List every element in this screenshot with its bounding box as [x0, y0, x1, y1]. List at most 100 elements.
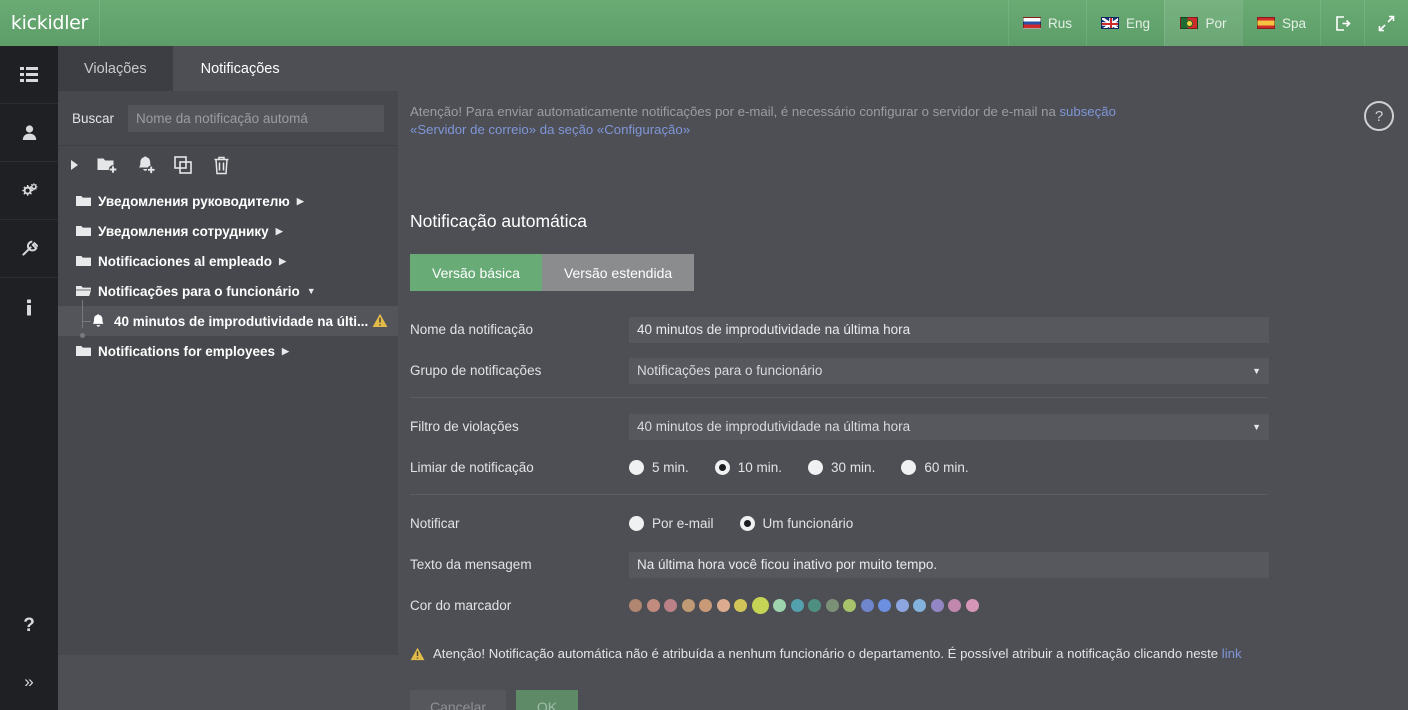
- tree-item-folder-2[interactable]: Notificaciones al empleado ▶: [58, 246, 398, 276]
- version-tab-group: Versão básica Versão estendida: [410, 254, 1396, 291]
- color-swatch-1[interactable]: [646, 599, 660, 612]
- top-bar: kickidler Rus Eng Por Spa: [0, 0, 1408, 46]
- lang-button-spa[interactable]: Spa: [1242, 0, 1320, 46]
- delete-button[interactable]: [204, 150, 238, 180]
- copy-button[interactable]: [166, 150, 200, 180]
- notify-label: Notificar: [410, 516, 460, 531]
- triangle-right-icon: [71, 160, 78, 170]
- cancel-button[interactable]: Cancelar: [410, 690, 506, 710]
- assignment-warning-text: Atenção! Notificação automática não é at…: [433, 646, 1222, 661]
- tree-item-folder-5[interactable]: Notifications for employees ▶: [58, 336, 398, 366]
- add-folder-button[interactable]: [90, 150, 124, 180]
- tree-item-folder-0[interactable]: Уведомления руководителю ▶: [58, 186, 398, 216]
- chevron-right-icon[interactable]: ▶: [282, 346, 289, 357]
- threshold-radio-10-label: 10 min.: [737, 460, 783, 475]
- ok-button[interactable]: OK: [516, 690, 578, 710]
- color-swatch-14[interactable]: [878, 599, 891, 612]
- lang-button-por[interactable]: Por: [1164, 0, 1242, 46]
- color-swatch-10[interactable]: [808, 599, 821, 612]
- tree-item-label: Уведомления руководителю: [98, 193, 290, 209]
- lang-label-spa: Spa: [1281, 15, 1307, 31]
- add-notification-button[interactable]: [128, 150, 162, 180]
- field-row-notify: Notificar Por e-mail Um funcionário: [410, 507, 1396, 540]
- brand-logo-text: kickidler: [10, 12, 89, 34]
- field-row-filter: Filtro de violações 40 minutos de improd…: [410, 410, 1396, 443]
- color-swatch-8[interactable]: [773, 599, 786, 612]
- expand-all-arrow[interactable]: [64, 160, 86, 170]
- chevron-right-icon[interactable]: ▶: [279, 256, 286, 267]
- tree-item-folder-3[interactable]: Notificações para o funcionário ▼: [58, 276, 398, 306]
- filter-label: Filtro de violações: [410, 419, 519, 434]
- color-swatch-16[interactable]: [913, 599, 926, 612]
- wrench-icon: [21, 240, 38, 256]
- chevron-down-icon[interactable]: ▼: [307, 286, 316, 296]
- flag-spain-icon: [1256, 17, 1275, 29]
- field-row-threshold: Limiar de notificação 5 min. 10 min. 30 …: [410, 451, 1396, 484]
- folder-plus-icon: [97, 158, 117, 174]
- folder-open-icon: [76, 285, 98, 297]
- lang-label-por: Por: [1205, 15, 1227, 31]
- color-swatch-0[interactable]: [629, 599, 642, 612]
- flag-russia-icon: [1022, 17, 1041, 29]
- notify-radio-email[interactable]: Por e-mail: [629, 516, 714, 531]
- logout-icon[interactable]: [1320, 0, 1364, 46]
- color-swatch-5[interactable]: [716, 599, 730, 612]
- chevron-right-icon[interactable]: ▶: [276, 226, 283, 237]
- notification-tree: Уведомления руководителю ▶ Уведомления с…: [58, 184, 398, 366]
- tree-item-label: Notifications for employees: [98, 343, 276, 359]
- color-swatch-4[interactable]: [699, 599, 712, 612]
- color-swatch-13[interactable]: [860, 599, 874, 612]
- color-swatch-2[interactable]: [664, 599, 677, 612]
- rail-item-list[interactable]: [0, 46, 58, 104]
- lang-label-eng: Eng: [1125, 15, 1151, 31]
- rail-item-tools[interactable]: [0, 220, 58, 278]
- color-swatch-3[interactable]: [681, 599, 695, 612]
- help-button[interactable]: ?: [1364, 101, 1394, 131]
- warning-triangle-icon: [410, 644, 425, 666]
- threshold-radio-10[interactable]: 10 min.: [714, 460, 783, 475]
- color-swatch-11[interactable]: [825, 599, 839, 612]
- threshold-radio-60[interactable]: 60 min.: [901, 460, 969, 475]
- warning-triangle-icon: [372, 313, 388, 331]
- fullscreen-icon[interactable]: [1364, 0, 1408, 46]
- lang-button-eng[interactable]: Eng: [1086, 0, 1164, 46]
- threshold-radio-30-label: 30 min.: [831, 460, 876, 475]
- chevron-double-right-icon: »: [24, 672, 34, 691]
- notification-group-select[interactable]: Notificações para o funcionário ▼: [629, 357, 1269, 384]
- rail-item-info[interactable]: [0, 278, 58, 336]
- rail-item-expand[interactable]: »: [0, 654, 58, 710]
- notify-radio-employee[interactable]: Um funcionário: [739, 516, 853, 531]
- tab-violacoes[interactable]: Violações: [58, 46, 173, 91]
- lang-button-rus[interactable]: Rus: [1008, 0, 1086, 46]
- rail-item-settings[interactable]: [0, 162, 58, 220]
- violation-filter-value: 40 minutos de improdutividade na última …: [637, 419, 911, 434]
- tree-item-notification-selected[interactable]: 40 minutos de improdutividade na últi...: [58, 300, 398, 338]
- tab-notificacoes[interactable]: Notificações: [174, 46, 306, 91]
- top-bar-spacer: [100, 0, 1008, 46]
- notification-name-input[interactable]: [629, 316, 1269, 343]
- brand-logo: kickidler: [0, 0, 100, 46]
- tree-item-folder-1[interactable]: Уведомления сотруднику ▶: [58, 216, 398, 246]
- color-swatch-15[interactable]: [895, 599, 909, 612]
- rail-item-employees[interactable]: [0, 104, 58, 162]
- threshold-radio-5[interactable]: 5 min.: [629, 460, 689, 475]
- chevron-right-icon[interactable]: ▶: [297, 196, 304, 207]
- threshold-radio-30[interactable]: 30 min.: [808, 460, 875, 475]
- tab-versao-basica[interactable]: Versão básica: [410, 254, 542, 291]
- assignment-warning-link[interactable]: link: [1222, 646, 1242, 661]
- color-swatch-12[interactable]: [843, 599, 856, 612]
- color-swatch-18[interactable]: [948, 599, 961, 612]
- violation-filter-select[interactable]: 40 minutos de improdutividade na última …: [629, 413, 1269, 440]
- color-swatch-19[interactable]: [965, 599, 979, 612]
- search-input[interactable]: [128, 104, 384, 132]
- color-swatch-6[interactable]: [734, 599, 747, 612]
- rail-bottom-group: ? »: [0, 598, 58, 710]
- color-swatch-7[interactable]: [751, 597, 769, 614]
- color-swatch-9[interactable]: [790, 599, 804, 612]
- color-swatch-17[interactable]: [930, 599, 944, 612]
- rail-item-help[interactable]: ?: [0, 598, 58, 654]
- tab-versao-estendida[interactable]: Versão estendida: [541, 254, 695, 291]
- color-swatch-wrap: [629, 597, 1269, 614]
- notify-radio-group: Por e-mail Um funcionário: [629, 516, 1269, 531]
- message-text-input[interactable]: [629, 551, 1269, 578]
